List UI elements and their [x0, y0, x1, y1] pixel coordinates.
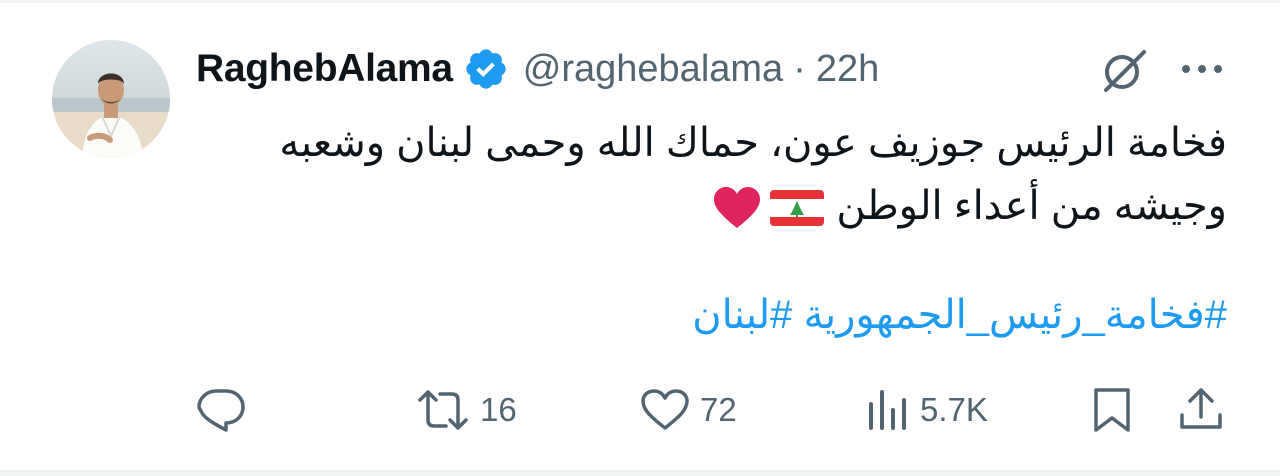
lebanon-flag-icon: [770, 190, 825, 227]
reply-button[interactable]: [196, 380, 256, 440]
avatar-photo: [52, 40, 170, 158]
separator-dot: ·: [793, 47, 806, 90]
views-count: 5.7K: [920, 391, 988, 428]
tweet-line-1: فخامة الرئيس جوزيف عون، حماك الله وحمى ل…: [279, 121, 1227, 165]
like-icon: [641, 389, 689, 430]
share-icon: [1180, 388, 1222, 429]
like-button[interactable]: 72: [640, 380, 737, 440]
retweet-icon: [418, 390, 468, 430]
emoji-group: [712, 186, 825, 230]
tweet-header: RaghebAlama @raghebalama · 22h: [196, 44, 879, 94]
retweet-button[interactable]: 16: [416, 380, 517, 440]
red-heart-icon: [714, 187, 761, 229]
bookmark-icon: [1094, 388, 1130, 432]
grok-icon[interactable]: [1098, 46, 1150, 94]
more-icon[interactable]: [1178, 54, 1226, 84]
avatar[interactable]: [52, 40, 170, 158]
bottom-divider: [0, 470, 1280, 476]
views-icon: [869, 390, 906, 430]
handle[interactable]: @raghebalama: [523, 48, 783, 91]
timestamp[interactable]: 22h: [816, 48, 879, 91]
hashtags: #فخامة_رئيس_الجمهورية #لبنان: [692, 285, 1227, 345]
like-count: 72: [700, 391, 737, 428]
reply-icon: [197, 389, 245, 432]
display-name[interactable]: RaghebAlama: [196, 47, 453, 91]
retweet-count: 16: [480, 391, 517, 428]
tweet-text: فخامة الرئيس جوزيف عون، حماك الله وحمى ل…: [227, 112, 1227, 238]
verified-badge-icon[interactable]: [463, 46, 509, 92]
tweet-line-2: وجيشه من أعداء الوطن: [836, 184, 1227, 228]
top-divider: [0, 0, 1280, 3]
share-button[interactable]: [1178, 380, 1224, 440]
bookmark-button[interactable]: [1092, 380, 1132, 440]
hashtag-link[interactable]: #فخامة_رئيس_الجمهورية: [804, 293, 1228, 337]
hashtag-link[interactable]: #لبنان: [692, 293, 792, 337]
views-button[interactable]: 5.7K: [866, 380, 988, 440]
tweet-line-2-wrap: وجيشه من أعداء الوطن: [227, 175, 1227, 238]
tweet-card[interactable]: RaghebAlama @raghebalama · 22h فخامة الر…: [0, 0, 1280, 476]
action-bar: 16 72 5.7K: [0, 380, 1280, 440]
